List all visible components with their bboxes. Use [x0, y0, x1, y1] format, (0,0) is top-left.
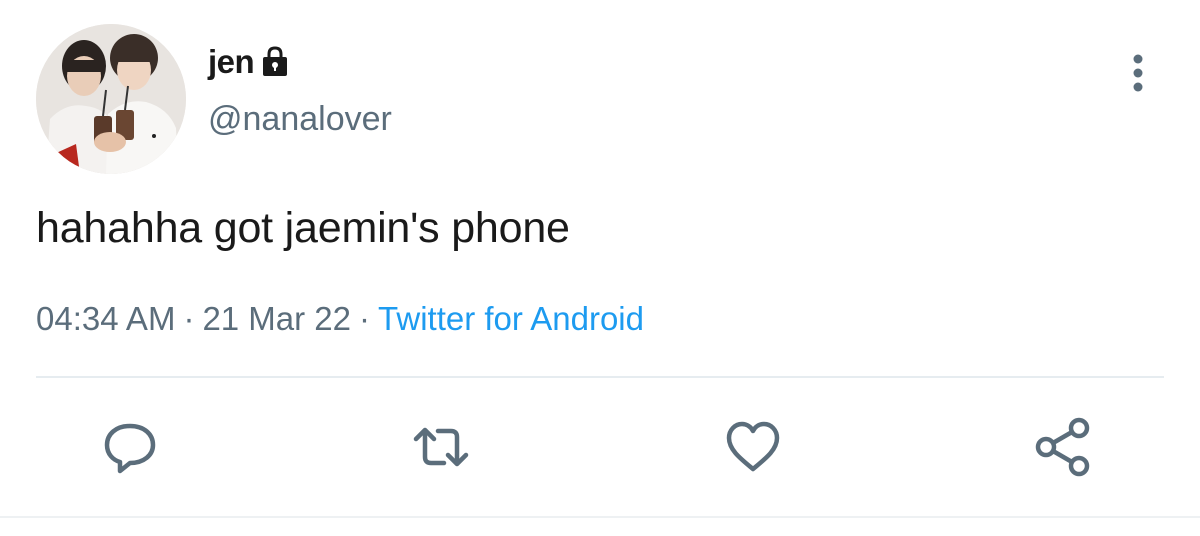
- tweet-card: jen @nanalover hahahha got jaemin's phon…: [0, 0, 1200, 536]
- tweet-source-link[interactable]: Twitter for Android: [378, 300, 644, 337]
- meta-separator: ·: [359, 300, 371, 337]
- tweet-date: 21 Mar 22: [202, 300, 352, 337]
- retweet-icon: [413, 427, 469, 467]
- tweet-time: 04:34 AM: [36, 300, 176, 337]
- retweet-button[interactable]: [408, 414, 474, 480]
- display-name[interactable]: jen: [208, 43, 255, 81]
- more-vertical-icon: [1133, 54, 1143, 92]
- user-handle[interactable]: @nanalover: [208, 100, 392, 139]
- tweet-meta: 04:34 AM · 21 Mar 22 · Twitter for Android: [36, 300, 644, 338]
- share-button[interactable]: [1030, 414, 1096, 480]
- display-name-row: jen: [208, 40, 290, 84]
- profile-photo: [36, 24, 186, 174]
- share-icon: [1035, 417, 1090, 477]
- avatar[interactable]: [36, 24, 186, 174]
- bottom-divider: [0, 516, 1200, 518]
- like-button[interactable]: [720, 414, 786, 480]
- lock-icon: [260, 46, 290, 78]
- heart-icon: [726, 421, 780, 472]
- tweet-actions: [0, 414, 1200, 480]
- meta-separator: ·: [183, 300, 195, 337]
- more-options-button[interactable]: [1118, 50, 1158, 96]
- comment-icon: [104, 423, 156, 474]
- reply-button[interactable]: [97, 414, 163, 480]
- divider: [36, 376, 1164, 378]
- tweet-text: hahahha got jaemin's phone: [36, 204, 570, 252]
